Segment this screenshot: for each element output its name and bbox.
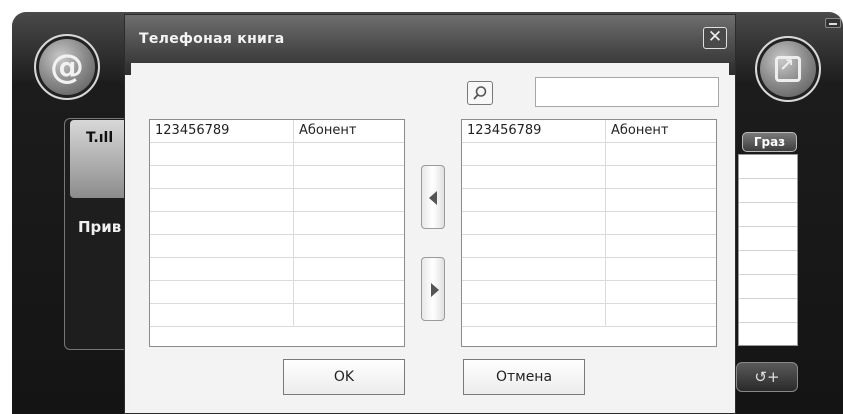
ok-button[interactable]: OK bbox=[283, 359, 405, 395]
table-row[interactable] bbox=[462, 212, 716, 235]
table-row[interactable] bbox=[462, 189, 716, 212]
contact-name-cell bbox=[294, 189, 404, 211]
table-row[interactable]: 123456789 Абонент bbox=[462, 120, 716, 143]
table-row[interactable] bbox=[150, 235, 404, 258]
phone-number-cell bbox=[150, 189, 294, 211]
phone-number-cell bbox=[462, 189, 606, 211]
phone-number-cell bbox=[462, 281, 606, 303]
phone-number-cell bbox=[462, 212, 606, 234]
table-row[interactable] bbox=[150, 189, 404, 212]
contact-name-cell bbox=[294, 166, 404, 188]
move-right-button[interactable] bbox=[421, 257, 445, 321]
cancel-button[interactable]: Отмена bbox=[463, 359, 585, 395]
arrow-right-icon bbox=[431, 283, 439, 297]
contact-name-cell: Абонент bbox=[611, 123, 669, 138]
right-tab[interactable]: Граз bbox=[742, 132, 797, 152]
phone-number-cell bbox=[150, 304, 294, 326]
phone-number-cell bbox=[462, 258, 606, 280]
dialog-titlebar: Телефоная книга ✕ bbox=[125, 15, 735, 63]
contact-name-cell bbox=[606, 212, 716, 234]
contacts-source-table[interactable]: 123456789 Абонент bbox=[149, 119, 405, 347]
search-icon bbox=[473, 86, 487, 100]
dialog-title: Телефоная книга bbox=[139, 31, 285, 47]
dialog-body: 123456789 Абонент 123456789 Абонент OK Отм… bbox=[131, 63, 729, 409]
side-panel-label: Прив bbox=[78, 218, 122, 236]
phone-number-cell bbox=[150, 212, 294, 234]
close-button[interactable]: ✕ bbox=[703, 27, 727, 49]
phone-number-cell bbox=[150, 281, 294, 303]
table-row[interactable] bbox=[150, 258, 404, 281]
export-button[interactable] bbox=[755, 36, 821, 102]
right-list bbox=[738, 154, 798, 346]
phone-number-cell bbox=[150, 235, 294, 257]
contact-name-cell bbox=[606, 166, 716, 188]
table-row[interactable] bbox=[150, 304, 404, 327]
contact-name-cell bbox=[294, 281, 404, 303]
table-row[interactable] bbox=[150, 143, 404, 166]
contact-name-cell bbox=[294, 258, 404, 280]
phone-number-cell bbox=[462, 304, 606, 326]
signal-strength-icon: T.ıll bbox=[86, 130, 114, 146]
call-button[interactable]: ↺+ bbox=[736, 362, 798, 392]
contact-name-cell bbox=[606, 258, 716, 280]
arrow-left-icon bbox=[429, 191, 437, 205]
close-icon: ✕ bbox=[707, 27, 723, 47]
contacts-selected-table[interactable]: 123456789 Абонент bbox=[461, 119, 717, 347]
search-input[interactable] bbox=[535, 77, 719, 107]
phone-number-cell bbox=[150, 166, 294, 188]
phone-number-cell bbox=[150, 143, 294, 165]
contact-name-cell bbox=[294, 143, 404, 165]
phone-number-cell bbox=[462, 166, 606, 188]
contact-name-cell bbox=[606, 189, 716, 211]
phonebook-dialog: Телефоная книга ✕ 123456789 Абонент 12345… bbox=[124, 14, 736, 414]
contact-name-cell bbox=[606, 235, 716, 257]
phone-number-cell bbox=[150, 258, 294, 280]
search-button[interactable] bbox=[467, 81, 493, 105]
at-sign-icon: @ bbox=[50, 47, 84, 87]
contact-name-cell bbox=[294, 235, 404, 257]
table-row[interactable] bbox=[462, 304, 716, 327]
export-icon bbox=[775, 55, 801, 82]
contact-name-cell: Абонент bbox=[299, 123, 357, 138]
phone-number-cell: 123456789 bbox=[150, 120, 294, 142]
table-row[interactable] bbox=[150, 212, 404, 235]
table-row[interactable] bbox=[462, 258, 716, 281]
table-row[interactable] bbox=[462, 166, 716, 189]
table-row[interactable] bbox=[462, 281, 716, 304]
phone-number-cell: 123456789 bbox=[462, 120, 606, 142]
contact-name-cell bbox=[606, 143, 716, 165]
table-row[interactable] bbox=[462, 143, 716, 166]
contact-name-cell bbox=[606, 304, 716, 326]
minimize-icon[interactable] bbox=[825, 18, 841, 28]
phone-number-cell bbox=[462, 235, 606, 257]
at-button[interactable]: @ bbox=[34, 34, 100, 100]
contact-name-cell bbox=[294, 212, 404, 234]
table-row[interactable]: 123456789 Абонент bbox=[150, 120, 404, 143]
phone-number-cell bbox=[462, 143, 606, 165]
table-row[interactable] bbox=[150, 281, 404, 304]
contact-name-cell bbox=[606, 281, 716, 303]
table-row[interactable] bbox=[150, 166, 404, 189]
table-row[interactable] bbox=[462, 235, 716, 258]
move-left-button[interactable] bbox=[421, 165, 445, 229]
contact-name-cell bbox=[294, 304, 404, 326]
